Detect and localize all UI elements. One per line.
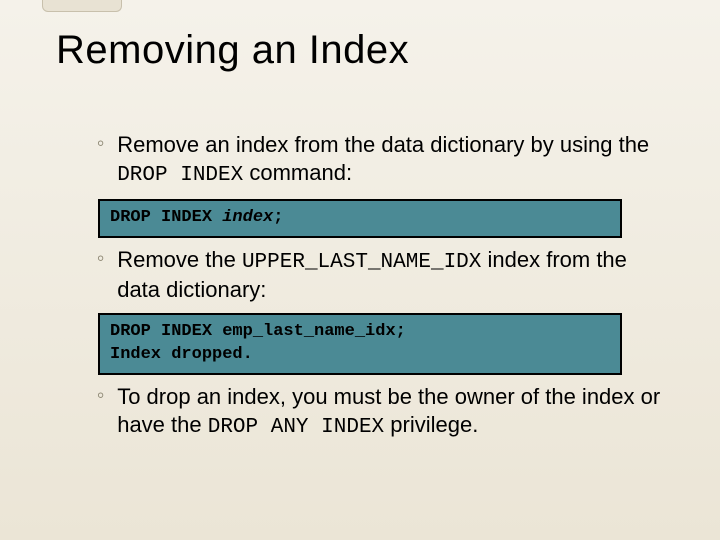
code1-keyword: DROP INDEX xyxy=(110,208,222,227)
bullet-marker: ◦ xyxy=(94,383,107,441)
bullet-marker: ◦ xyxy=(94,246,107,304)
bullet2-code: UPPER_LAST_NAME_IDX xyxy=(242,251,481,274)
bullet1-text-post: command: xyxy=(243,160,352,185)
slide-content: Removing an Index ◦ Remove an index from… xyxy=(0,0,720,441)
bullet-item-2: ◦ Remove the UPPER_LAST_NAME_IDX index f… xyxy=(94,246,664,304)
code1-terminator: ; xyxy=(273,208,283,227)
bullet-marker: ◦ xyxy=(94,131,107,189)
bullet2-text-pre: Remove the xyxy=(117,247,242,272)
bullet1-text-pre: Remove an index from the data dictionary… xyxy=(117,132,649,157)
code-block-1: DROP INDEX index; xyxy=(98,199,622,238)
code1-param: index xyxy=(222,208,273,227)
bullet3-text-post: privilege. xyxy=(384,412,478,437)
bullet-text: To drop an index, you must be the owner … xyxy=(117,383,664,441)
code2-line1: DROP INDEX emp_last_name_idx; xyxy=(110,321,610,344)
bullet-item-3: ◦ To drop an index, you must be the owne… xyxy=(94,383,664,441)
bullet-text: Remove an index from the data dictionary… xyxy=(117,131,664,189)
slide-title: Removing an Index xyxy=(56,28,664,73)
slide-tab xyxy=(42,0,122,12)
code-block-2: DROP INDEX emp_last_name_idx; Index drop… xyxy=(98,313,622,375)
bullet-text: Remove the UPPER_LAST_NAME_IDX index fro… xyxy=(117,246,664,304)
code2-line2: Index dropped. xyxy=(110,344,610,367)
bullet-item-1: ◦ Remove an index from the data dictiona… xyxy=(94,131,664,189)
bullet1-code: DROP INDEX xyxy=(117,164,243,187)
bullet3-code: DROP ANY INDEX xyxy=(208,416,384,439)
